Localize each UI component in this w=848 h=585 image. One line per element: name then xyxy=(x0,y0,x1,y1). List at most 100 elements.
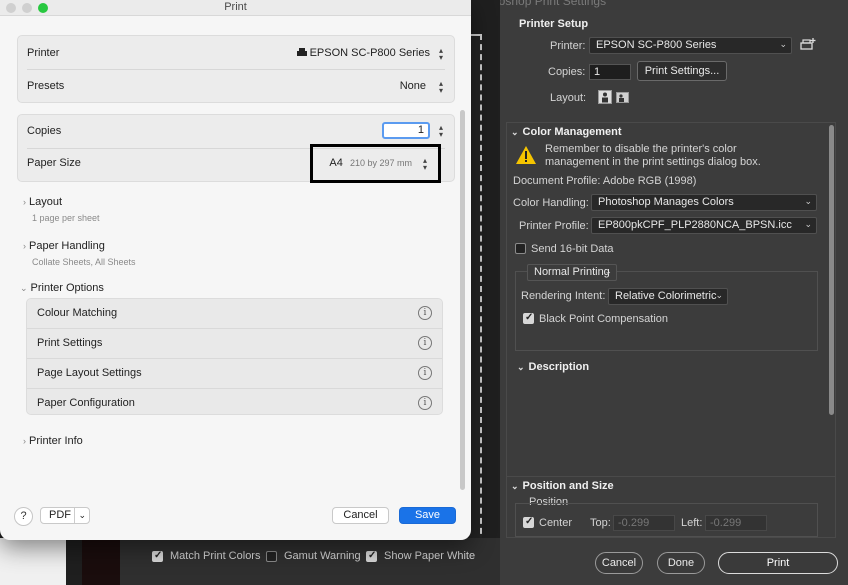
option-colour-matching[interactable]: Colour Matching i xyxy=(27,299,442,329)
ps-done-button[interactable]: Done xyxy=(657,552,705,574)
updown-arrows-icon[interactable]: ▴ ▾ xyxy=(436,47,446,62)
copies-input[interactable]: 1 xyxy=(589,64,631,80)
layout-label: Layout: xyxy=(550,92,587,104)
option-label: Colour Matching xyxy=(37,307,118,319)
ps-print-button[interactable]: Print xyxy=(718,552,838,574)
paper-handling-disclosure[interactable]: › Paper Handling xyxy=(23,240,105,252)
option-print-settings[interactable]: Print Settings i xyxy=(27,329,442,359)
printer-presets-card: Printer EPSON SC-P800 Series ▴ ▾ Presets … xyxy=(17,35,455,103)
position-size-heading-text: Position and Size xyxy=(522,480,614,492)
color-handling-select[interactable]: Photoshop Manages Colors ⌄ xyxy=(591,194,817,211)
add-printer-icon[interactable] xyxy=(799,37,817,53)
updown-arrows-icon[interactable]: ▴ ▾ xyxy=(436,80,446,95)
rendering-intent-label: Rendering Intent: xyxy=(521,290,606,302)
match-print-colors-checkbox[interactable] xyxy=(152,550,163,562)
copies-label: Copies xyxy=(27,125,62,137)
divider xyxy=(27,69,445,70)
warning-icon xyxy=(515,145,537,165)
gamut-warning-checkbox[interactable] xyxy=(266,551,277,562)
send-16bit-label: Send 16-bit Data xyxy=(531,243,614,255)
printer-options-disclosure[interactable]: ⌄ Printer Options xyxy=(20,282,104,294)
info-icon[interactable]: i xyxy=(418,306,432,320)
show-paper-white-label: Show Paper White xyxy=(384,550,476,562)
dialog-scrollbar[interactable] xyxy=(460,110,465,490)
info-icon[interactable]: i xyxy=(418,366,432,380)
scrollbar-thumb[interactable] xyxy=(829,125,834,415)
option-label: Paper Configuration xyxy=(37,397,135,409)
print-settings-panel: Printer Setup Printer: EPSON SC-P800 Ser… xyxy=(500,10,848,585)
paper-handling-summary: Collate Sheets, All Sheets xyxy=(32,257,136,267)
show-paper-white-checkbox[interactable] xyxy=(366,550,377,562)
printing-mode-select[interactable]: Normal Printing ⌄ xyxy=(527,264,617,281)
printing-mode-box xyxy=(515,271,818,351)
description-heading-text: Description xyxy=(528,361,590,373)
paper-handling-label: Paper Handling xyxy=(29,240,105,252)
document-profile: Document Profile: Adobe RGB (1998) xyxy=(513,175,697,187)
description-heading[interactable]: ⌄ Description xyxy=(517,361,589,373)
printer-profile-select[interactable]: EP800pkCPF_PLP2880NCA_BPSN.icc ⌄ xyxy=(591,217,817,234)
presets-popup[interactable]: None xyxy=(400,80,426,92)
chevron-right-icon: › xyxy=(23,436,26,446)
color-handling-label: Color Handling: xyxy=(513,197,589,209)
cancel-button[interactable]: Cancel xyxy=(332,507,389,524)
chevron-down-icon: ⌄ xyxy=(74,508,86,523)
rendering-intent-value: Relative Colorimetric xyxy=(615,290,717,302)
send-16bit-checkbox[interactable] xyxy=(515,243,526,254)
color-handling-value: Photoshop Manages Colors xyxy=(598,196,734,208)
preview-image-edge xyxy=(82,538,120,585)
chevron-down-icon: ⌄ xyxy=(511,127,519,137)
printer-select[interactable]: EPSON SC-P800 Series ⌄ xyxy=(589,37,792,54)
info-icon[interactable]: i xyxy=(418,396,432,410)
printer-options-label: Printer Options xyxy=(30,282,104,294)
presets-label: Presets xyxy=(27,80,65,92)
print-settings-button[interactable]: Print Settings... xyxy=(637,61,727,81)
portrait-layout-icon[interactable] xyxy=(598,90,612,104)
center-checkbox[interactable] xyxy=(523,516,534,528)
left-label: Left: xyxy=(681,517,703,529)
landscape-layout-icon[interactable] xyxy=(616,92,629,103)
printer-value: EPSON SC-P800 Series xyxy=(309,47,430,59)
dialog-titlebar: Print xyxy=(0,0,471,16)
help-button[interactable]: ? xyxy=(14,507,33,526)
layout-disclosure[interactable]: › Layout xyxy=(23,196,62,208)
preview-checkboxes: Match Print Colors Gamut Warning Show Pa… xyxy=(120,546,500,566)
left-input[interactable]: -0.299 xyxy=(705,515,767,531)
option-paper-configuration[interactable]: Paper Configuration i xyxy=(27,389,442,414)
paper-size-label: Paper Size xyxy=(27,157,81,169)
black-point-checkbox[interactable] xyxy=(523,312,534,324)
dialog-title: Print xyxy=(224,1,247,13)
rendering-intent-select[interactable]: Relative Colorimetric ⌄ xyxy=(608,288,728,305)
preview-strip xyxy=(0,538,66,585)
printer-info-disclosure[interactable]: › Printer Info xyxy=(23,435,83,447)
mac-print-dialog: Print Printer EPSON SC-P800 Series ▴ ▾ Pr… xyxy=(0,0,471,540)
top-label: Top: xyxy=(590,517,611,529)
chevron-right-icon: › xyxy=(23,197,26,207)
option-page-layout-settings[interactable]: Page Layout Settings i xyxy=(27,359,442,389)
layout-label: Layout xyxy=(29,196,63,208)
info-icon[interactable]: i xyxy=(418,336,432,350)
printer-profile-value: EP800pkCPF_PLP2880NCA_BPSN.icc xyxy=(598,219,792,231)
photoshop-titlebar: Photoshop Print Settings xyxy=(470,0,848,10)
save-button[interactable]: Save xyxy=(399,507,456,524)
printer-label: Printer xyxy=(27,47,60,59)
printer-select-value: EPSON SC-P800 Series xyxy=(596,39,717,51)
copies-label: Copies: xyxy=(548,66,586,78)
copies-input[interactable]: 1 xyxy=(382,122,430,139)
option-label: Page Layout Settings xyxy=(37,367,142,379)
copies-stepper[interactable]: ▴ ▾ xyxy=(436,124,446,139)
color-management-section: ⌄ Color Management Remember to disable th… xyxy=(506,122,836,480)
ps-cancel-button[interactable]: Cancel xyxy=(595,552,643,574)
layout-summary: 1 page per sheet xyxy=(32,213,100,223)
position-size-section: ⌄Position and Size Position Center Top: … xyxy=(506,476,836,538)
chevron-right-icon: › xyxy=(23,241,26,251)
printer-icon xyxy=(296,48,307,57)
pdf-label: PDF xyxy=(49,509,71,521)
color-management-heading-text: Color Management xyxy=(522,126,622,138)
color-management-heading[interactable]: ⌄ Color Management xyxy=(511,126,622,138)
printer-popup[interactable]: EPSON SC-P800 Series xyxy=(296,47,430,59)
printing-mode-value: Normal Printing xyxy=(534,266,610,278)
chevron-down-icon: ⌄ xyxy=(804,196,812,206)
position-size-heading[interactable]: ⌄ Position and Size xyxy=(511,480,614,492)
pdf-menu-button[interactable]: PDF ⌄ xyxy=(40,507,90,524)
top-input[interactable]: -0.299 xyxy=(613,515,675,531)
